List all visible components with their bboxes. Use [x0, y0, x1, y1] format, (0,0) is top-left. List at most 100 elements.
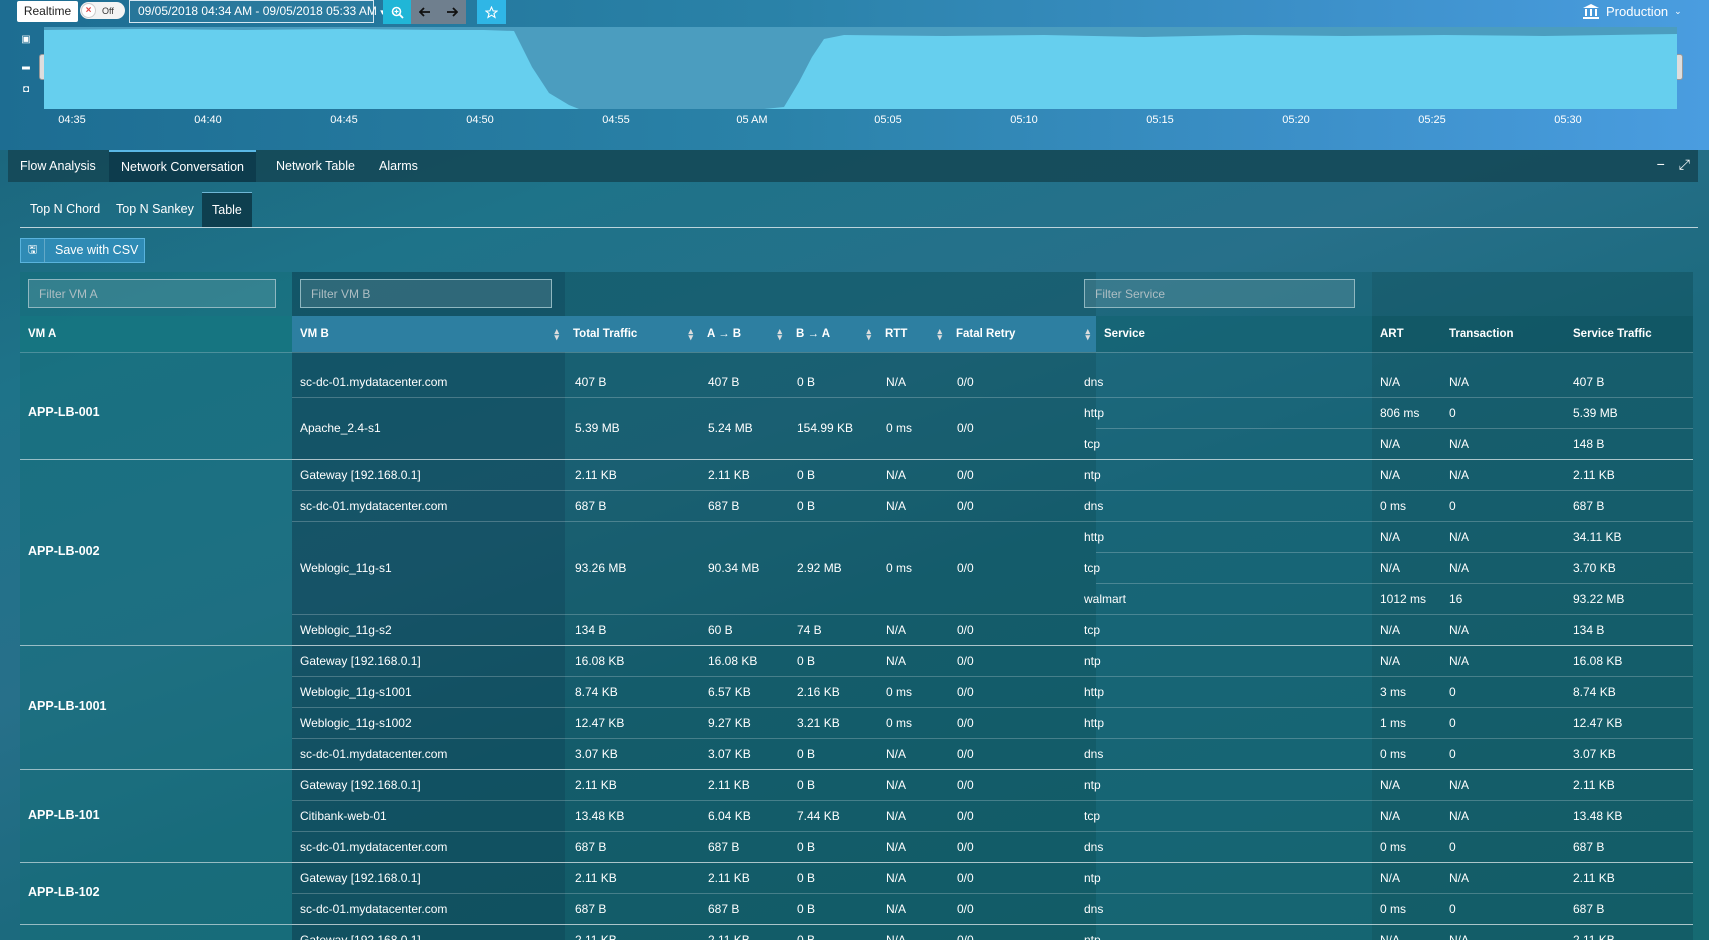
vm-a-cell[interactable]: APP-LB-002	[28, 544, 100, 558]
tab-top-n-sankey[interactable]: Top N Sankey	[106, 192, 204, 227]
environment-selector[interactable]: Production ⌄	[1582, 3, 1682, 19]
service-cell[interactable]: ntp	[1084, 654, 1101, 668]
realtime-toggle[interactable]: × Off	[80, 2, 125, 19]
b-to-a-cell: 154.99 KB	[797, 421, 853, 435]
a-to-b-cell: 9.27 KB	[708, 716, 751, 730]
date-range-picker[interactable]: 09/05/2018 04:34 AM - 09/05/2018 05:33 A…	[129, 0, 374, 23]
header-b-to-a[interactable]: B → A ▴▾	[788, 316, 877, 352]
tab-flow-analysis[interactable]: Flow Analysis	[8, 150, 108, 182]
vm-b-cell[interactable]: sc-dc-01.mydatacenter.com	[300, 747, 447, 761]
header-fatal-retry[interactable]: Fatal Retry ▴▾	[948, 316, 1096, 352]
service-cell[interactable]: http	[1084, 530, 1104, 544]
service-cell[interactable]: dns	[1084, 902, 1103, 916]
signal-icon[interactable]: ▂	[20, 59, 32, 71]
zoom-button[interactable]	[383, 0, 411, 24]
tab-alarms[interactable]: Alarms	[367, 150, 430, 182]
time-tick: 05:20	[1282, 114, 1310, 126]
vm-b-cell[interactable]: Weblogic_11g-s1	[300, 561, 392, 575]
sort-icon[interactable]: ▴▾	[777, 328, 782, 340]
filter-vm-a-input[interactable]	[28, 279, 276, 308]
expand-icon[interactable]: ⤢	[1679, 156, 1690, 173]
vm-b-cell[interactable]: sc-dc-01.mydatacenter.com	[300, 375, 447, 389]
header-service[interactable]: Service	[1096, 316, 1372, 352]
tab-network-conversation[interactable]: Network Conversation	[109, 150, 256, 182]
transaction-cell: N/A	[1449, 809, 1469, 823]
next-range-button[interactable]	[438, 0, 466, 24]
tab-network-table[interactable]: Network Table	[264, 150, 367, 182]
service-cell[interactable]: dns	[1084, 747, 1103, 761]
favorite-button[interactable]	[477, 0, 506, 24]
service-cell[interactable]: dns	[1084, 499, 1103, 513]
header-total-traffic[interactable]: Total Traffic ▴▾	[565, 316, 699, 352]
vm-b-cell[interactable]: Weblogic_11g-s1002	[300, 716, 412, 730]
service-cell[interactable]: http	[1084, 406, 1104, 420]
transaction-cell: 0	[1449, 840, 1456, 854]
vm-b-cell[interactable]: Gateway [192.168.0.1]	[300, 778, 421, 792]
header-vm-a[interactable]: VM A	[20, 316, 292, 352]
row-divider	[292, 521, 1693, 522]
service-cell[interactable]: ntp	[1084, 871, 1101, 885]
vm-a-cell[interactable]: APP-LB-102	[28, 885, 100, 899]
service-cell[interactable]: ntp	[1084, 468, 1101, 482]
sub-tab-divider	[20, 227, 1698, 228]
header-rtt-label: RTT	[885, 328, 907, 340]
tab-table[interactable]: Table	[202, 192, 252, 227]
service-cell[interactable]: ntp	[1084, 778, 1101, 792]
tab-top-n-chord[interactable]: Top N Chord	[20, 192, 110, 227]
sort-icon[interactable]: ▴▾	[688, 328, 693, 340]
realtime-button[interactable]: Realtime	[17, 1, 78, 22]
service-cell[interactable]: ntp	[1084, 933, 1101, 940]
vm-b-cell[interactable]: sc-dc-01.mydatacenter.com	[300, 840, 447, 854]
header-art[interactable]: ART	[1372, 316, 1441, 352]
service-cell[interactable]: tcp	[1084, 561, 1100, 575]
minimize-icon[interactable]: −	[1657, 156, 1665, 173]
rtt-cell: N/A	[886, 654, 906, 668]
vm-b-cell[interactable]: Weblogic_11g-s1001	[300, 685, 412, 699]
service-cell[interactable]: dns	[1084, 840, 1103, 854]
inbox-icon[interactable]: ▣	[20, 34, 32, 46]
vm-b-cell[interactable]: sc-dc-01.mydatacenter.com	[300, 902, 447, 916]
vm-b-cell[interactable]: Gateway [192.168.0.1]	[300, 468, 421, 482]
row-divider	[292, 490, 1693, 491]
vm-b-cell[interactable]: Citibank-web-01	[300, 809, 387, 823]
service-cell[interactable]: http	[1084, 716, 1104, 730]
filter-vm-b-input[interactable]	[300, 279, 552, 308]
vm-b-cell[interactable]: Gateway [192.168.0.1]	[300, 871, 421, 885]
header-rtt[interactable]: RTT ▴▾	[877, 316, 948, 352]
vm-b-cell[interactable]: Weblogic_11g-s2	[300, 623, 392, 637]
time-tick: 04:45	[330, 114, 358, 126]
vm-a-cell[interactable]: APP-LB-101	[28, 808, 100, 822]
header-divider	[20, 352, 1693, 353]
timeline-area-chart	[44, 27, 1677, 109]
sort-icon[interactable]: ▴▾	[554, 328, 559, 340]
vm-b-cell[interactable]: sc-dc-01.mydatacenter.com	[300, 499, 447, 513]
service-cell[interactable]: tcp	[1084, 437, 1100, 451]
save-icon[interactable]: ◘	[20, 84, 32, 96]
service-cell[interactable]: tcp	[1084, 623, 1100, 637]
header-vm-b[interactable]: VM B ▴▾	[292, 316, 565, 352]
filter-service-input[interactable]	[1084, 279, 1355, 308]
service-cell[interactable]: dns	[1084, 375, 1103, 389]
vm-b-cell[interactable]: Apache_2.4-s1	[300, 421, 381, 435]
sort-icon[interactable]: ▴▾	[1085, 328, 1090, 340]
vm-a-cell[interactable]: APP-LB-1001	[28, 699, 107, 713]
service-cell[interactable]: tcp	[1084, 809, 1100, 823]
group-divider	[20, 862, 1693, 863]
transaction-cell: N/A	[1449, 778, 1469, 792]
vm-b-cell[interactable]: Gateway [192.168.0.1]	[300, 933, 421, 940]
traffic-timeline[interactable]	[44, 27, 1677, 109]
service-traffic-cell: 2.11 KB	[1573, 933, 1615, 940]
previous-range-button[interactable]	[411, 0, 438, 24]
service-cell[interactable]: http	[1084, 685, 1104, 699]
time-tick: 05:15	[1146, 114, 1174, 126]
sort-icon[interactable]: ▴▾	[866, 328, 871, 340]
header-service-traffic[interactable]: Service Traffic	[1565, 316, 1693, 352]
header-a-to-b[interactable]: A → B ▴▾	[699, 316, 788, 352]
sort-icon[interactable]: ▴▾	[937, 328, 942, 340]
vm-a-cell[interactable]: APP-LB-001	[28, 405, 100, 419]
service-cell[interactable]: walmart	[1084, 592, 1126, 606]
vm-b-cell[interactable]: Gateway [192.168.0.1]	[300, 654, 421, 668]
save-csv-button[interactable]: 🖫 Save with CSV	[20, 238, 145, 263]
art-cell: N/A	[1380, 933, 1400, 940]
header-transaction[interactable]: Transaction	[1441, 316, 1565, 352]
